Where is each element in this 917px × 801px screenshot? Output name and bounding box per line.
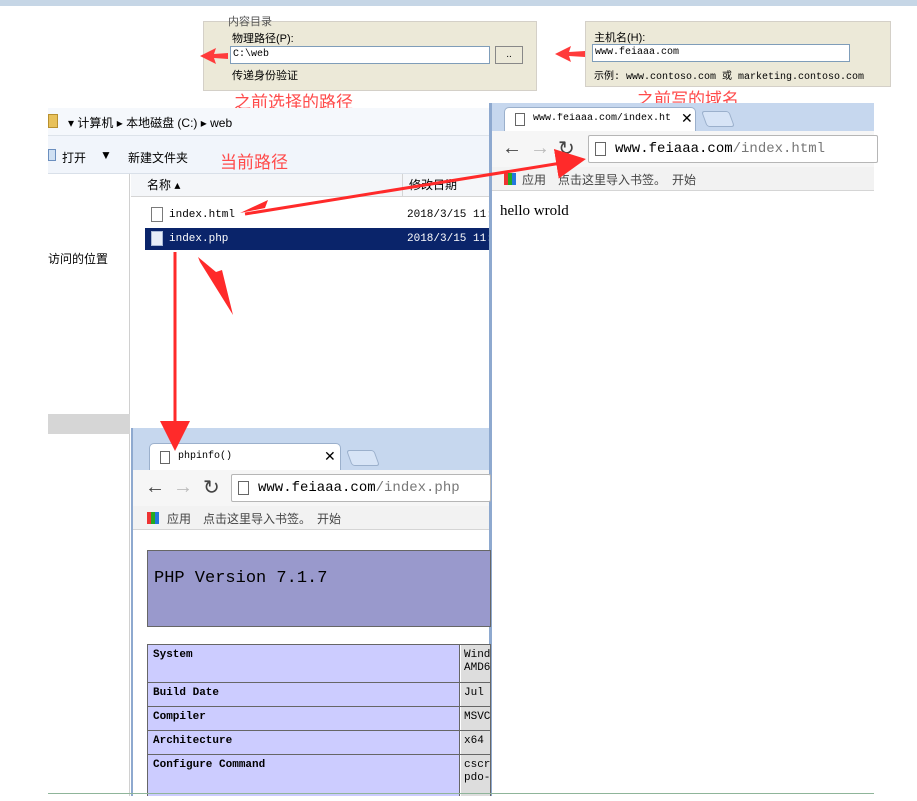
reload-icon[interactable]: ↻ [558, 136, 575, 161]
open-button[interactable]: 打开 [62, 149, 86, 166]
host-name-label: 主机名(H): [594, 32, 646, 44]
back-arrow-icon[interactable]: ← [145, 476, 165, 499]
bookmarks-bar: 应用 点击这里导入书签。 开始 [492, 167, 874, 191]
php-value: Jul ( [461, 683, 490, 706]
open-icon [48, 149, 56, 161]
bookmark-import-link[interactable]: 点击这里导入书签。 [203, 510, 311, 527]
php-file-icon [151, 231, 163, 246]
php-key: Build Date [148, 683, 460, 706]
php-key: System [148, 645, 460, 682]
page-icon [238, 481, 249, 495]
address-bar[interactable]: www.feiaaa.com/index.php [231, 474, 491, 502]
file-name: index.html [169, 209, 236, 221]
host-name-input[interactable]: www.feiaaa.com [592, 44, 850, 62]
table-row: Build Date Jul ( [148, 683, 490, 707]
chrome-window-php: phpinfo() ✕ ← → ↻ www.feiaaa.com/index.p… [131, 428, 491, 796]
bookmark-import-link[interactable]: 点击这里导入书签。 [558, 171, 666, 188]
page-icon [160, 451, 170, 464]
tab-index-html[interactable]: www.feiaaa.com/index.ht ✕ [504, 107, 696, 131]
file-name: index.php [169, 233, 229, 245]
column-name-header[interactable]: 名称 ▴ [141, 174, 403, 196]
address-bar[interactable]: www.feiaaa.com/index.html [588, 135, 878, 163]
bottom-divider [48, 793, 874, 794]
php-key: Architecture [148, 731, 460, 754]
bookmark-start-link[interactable]: 开始 [672, 171, 696, 188]
php-value: x64 [461, 731, 490, 754]
host-example-text: 示例: www.contoso.com 或 marketing.contoso.… [594, 72, 865, 83]
url-text: www.feiaaa.com/index.php [258, 480, 460, 496]
new-tab-button[interactable] [701, 111, 735, 127]
php-key: Configure Command [148, 755, 460, 796]
physical-path-input[interactable]: C:\web [230, 46, 490, 64]
back-arrow-icon[interactable]: ← [502, 137, 522, 160]
php-key: Compiler [148, 707, 460, 730]
sidebar-item-recent-places[interactable]: 访问的位置 [48, 250, 108, 267]
reload-icon[interactable]: ↻ [203, 475, 220, 500]
page-content-text: hello wrold [500, 203, 569, 219]
explorer-nav-pane: 访问的位置 [48, 174, 130, 414]
table-row: System Wind AMD6 [148, 645, 490, 683]
table-row: Configure Command cscr pdo- [148, 755, 490, 796]
bookmark-apps[interactable]: 应用 [522, 171, 546, 188]
chrome-toolbar: ← → ↻ www.feiaaa.com/index.php [133, 470, 491, 506]
content-directory-label: 内容目录 [228, 16, 272, 28]
php-value: Wind AMD6 [461, 645, 490, 682]
page-icon [515, 113, 525, 126]
nav-pane-lower [48, 434, 130, 796]
page-icon [595, 142, 606, 156]
breadcrumb-computer[interactable]: ▾ 计算机 ▸ 本地磁盘 (C:) ▸ web [68, 114, 232, 131]
php-version-header: PHP Version 7.1.7 [147, 550, 491, 627]
php-info-table: System WindAMD6 Build Date Jul ( Compile… [147, 644, 491, 796]
nav-pane-divider [48, 414, 130, 434]
new-folder-button[interactable]: 新建文件夹 [128, 149, 188, 166]
bookmark-apps[interactable]: 应用 [167, 510, 191, 527]
chrome-toolbar: ← → ↻ www.feiaaa.com/index.html [492, 131, 878, 167]
arrow-to-path-icon [200, 46, 228, 66]
file-list-header: 名称 ▴ 修改日期 [131, 174, 493, 197]
explorer-address-bar[interactable]: ▾ 计算机 ▸ 本地磁盘 (C:) ▸ web [48, 108, 490, 136]
iis-site-dialog-path: 内容目录 物理路径(P): C:\web .. 传递身份验证 [203, 16, 537, 91]
bookmarks-bar: 应用 点击这里导入书签。 开始 [133, 506, 489, 530]
top-strip [0, 0, 917, 6]
table-row: Architecture x64 [148, 731, 490, 755]
tab-title: www.feiaaa.com/index.ht [533, 113, 672, 124]
tab-title: phpinfo() [178, 451, 233, 462]
file-row-index-html[interactable]: index.html 2018/3/15 11: [145, 204, 493, 226]
forward-arrow-icon[interactable]: → [173, 476, 193, 499]
pass-through-auth-label: 传递身份验证 [232, 70, 298, 82]
tab-strip: www.feiaaa.com/index.ht ✕ [492, 103, 874, 131]
php-value: MSVC [461, 707, 490, 730]
forward-arrow-icon[interactable]: → [530, 137, 550, 160]
file-date: 2018/3/15 11: [407, 233, 493, 245]
html-file-icon [151, 207, 163, 222]
php-version-title: PHP Version 7.1.7 [154, 569, 328, 588]
open-dropdown-icon[interactable]: ▼ [100, 148, 112, 162]
physical-path-label: 物理路径(P): [232, 33, 294, 45]
iis-site-dialog-host: 主机名(H): www.feiaaa.com 示例: www.contoso.c… [585, 21, 891, 87]
close-tab-icon[interactable]: ✕ [324, 448, 336, 465]
apps-grid-icon[interactable] [504, 173, 516, 185]
browse-button[interactable]: .. [495, 46, 523, 64]
annotation-current-path: 当前路径 [220, 153, 288, 172]
php-value: cscr pdo- [461, 755, 490, 796]
file-date: 2018/3/15 11: [407, 209, 493, 221]
tab-strip: phpinfo() ✕ [133, 428, 489, 470]
arrow-to-host-icon [555, 44, 585, 64]
file-row-index-php[interactable]: index.php 2018/3/15 11: [145, 228, 493, 250]
chrome-window-html: www.feiaaa.com/index.ht ✕ ← → ↻ www.feia… [489, 103, 878, 796]
column-modified-header[interactable]: 修改日期 [403, 174, 493, 196]
folder-icon [48, 114, 58, 128]
close-tab-icon[interactable]: ✕ [681, 110, 693, 127]
new-tab-button[interactable] [346, 450, 380, 466]
url-text: www.feiaaa.com/index.html [615, 141, 826, 157]
apps-grid-icon[interactable] [147, 512, 159, 524]
tab-phpinfo[interactable]: phpinfo() ✕ [149, 443, 341, 470]
table-row: Compiler MSVC [148, 707, 490, 731]
bookmark-start-link[interactable]: 开始 [317, 510, 341, 527]
